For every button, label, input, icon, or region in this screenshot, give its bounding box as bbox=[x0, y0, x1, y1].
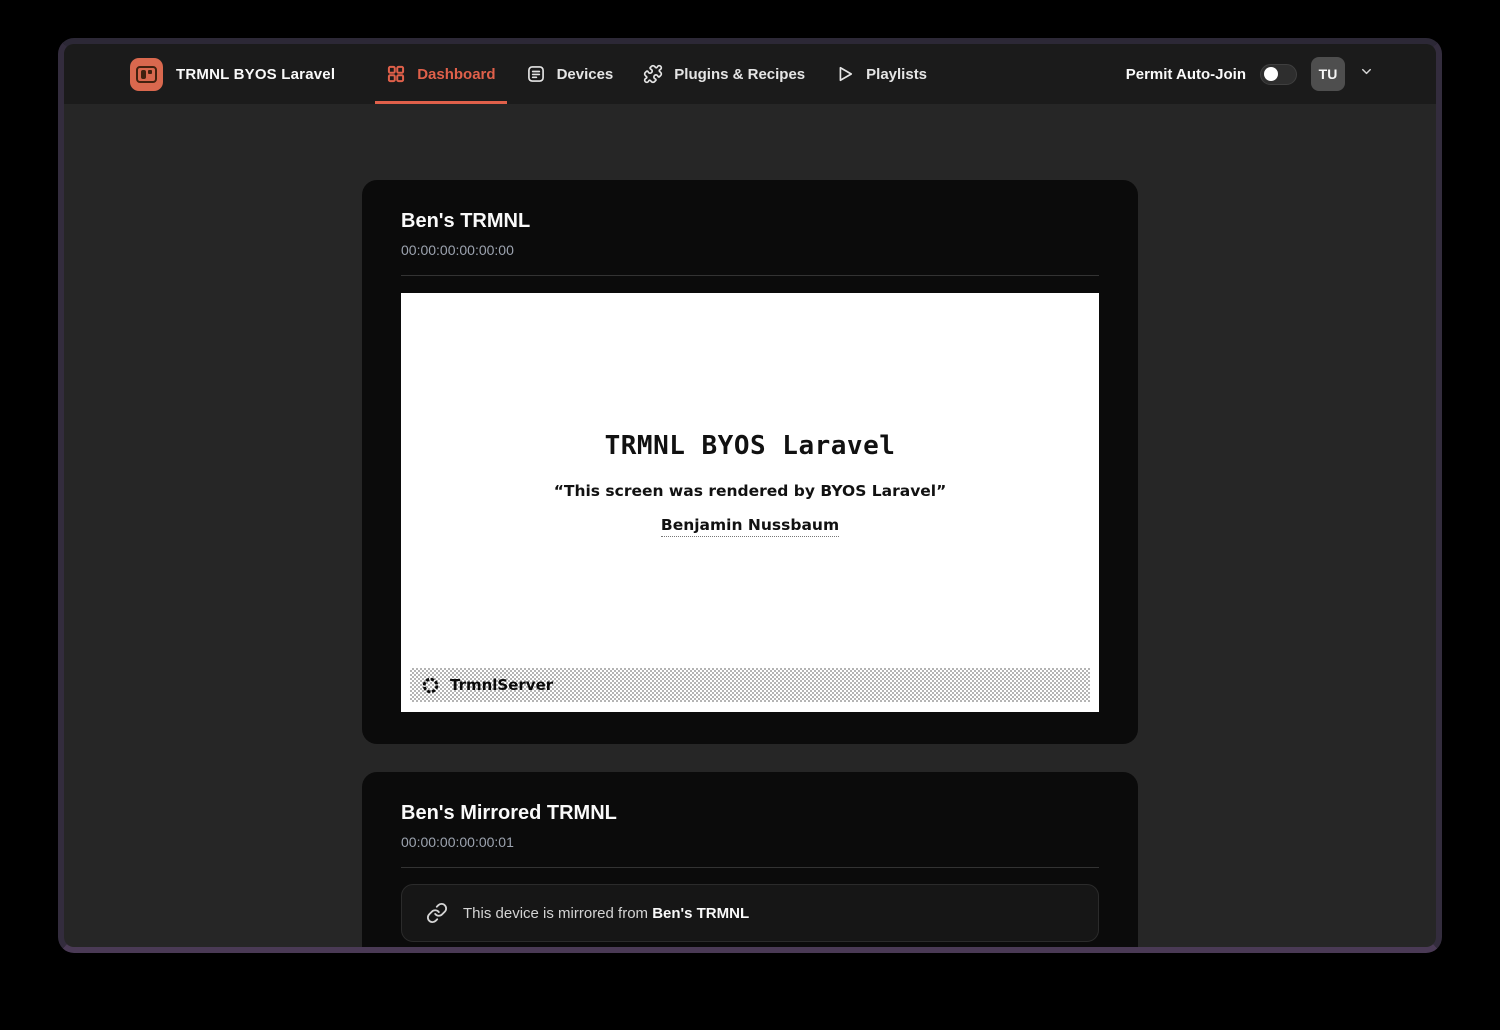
toggle-knob bbox=[1264, 67, 1278, 81]
divider bbox=[401, 867, 1099, 868]
devices-list-icon bbox=[526, 64, 546, 84]
chevron-down-icon bbox=[1359, 64, 1374, 84]
nav-item-devices[interactable]: Devices bbox=[515, 44, 625, 104]
navbar: TRMNL BYOS Laravel Dashboard bbox=[64, 44, 1436, 104]
screen-status-bar: TrmnlServer bbox=[410, 668, 1090, 702]
dashboard-content: Ben's TRMNL 00:00:00:00:00:00 TRMNL BYOS… bbox=[64, 104, 1436, 947]
device-card-bens-trmnl: Ben's TRMNL 00:00:00:00:00:00 TRMNL BYOS… bbox=[362, 180, 1138, 744]
nav-item-plugins-recipes[interactable]: Plugins & Recipes bbox=[632, 44, 816, 104]
nav-label: Dashboard bbox=[417, 66, 495, 83]
puzzle-piece-icon bbox=[643, 64, 663, 84]
device-name: Ben's Mirrored TRMNL bbox=[401, 800, 1099, 826]
app-window: TRMNL BYOS Laravel Dashboard bbox=[58, 38, 1442, 953]
navbar-right: Permit Auto-Join TU bbox=[1126, 57, 1374, 91]
user-avatar[interactable]: TU bbox=[1311, 57, 1345, 91]
nav-label: Playlists bbox=[866, 66, 927, 83]
permit-auto-join-toggle[interactable] bbox=[1260, 64, 1297, 85]
spinner-icon bbox=[421, 676, 440, 695]
brand-title: TRMNL BYOS Laravel bbox=[176, 66, 335, 83]
device-card-bens-mirrored-trmnl: Ben's Mirrored TRMNL 00:00:00:00:00:01 T… bbox=[362, 772, 1138, 947]
mirror-notice: This device is mirrored from Ben's TRMNL bbox=[401, 884, 1099, 942]
device-name: Ben's TRMNL bbox=[401, 208, 1099, 234]
nav-item-dashboard[interactable]: Dashboard bbox=[375, 44, 506, 104]
screen-title: TRMNL BYOS Laravel bbox=[401, 293, 1099, 461]
nav-label: Plugins & Recipes bbox=[674, 66, 805, 83]
device-screen-preview: TRMNL BYOS Laravel “This screen was rend… bbox=[401, 293, 1099, 712]
main-nav: Dashboard Devices bbox=[375, 44, 938, 104]
link-icon bbox=[426, 902, 448, 924]
device-mac-address: 00:00:00:00:00:00 bbox=[401, 241, 1099, 259]
mirror-notice-text: This device is mirrored from Ben's TRMNL bbox=[463, 905, 749, 922]
screen-author: Benjamin Nussbaum bbox=[401, 516, 1099, 534]
play-icon bbox=[835, 64, 855, 84]
dashboard-grid-icon bbox=[386, 64, 406, 84]
screen-quote: “This screen was rendered by BYOS Larave… bbox=[401, 482, 1099, 500]
user-menu-button[interactable] bbox=[1359, 64, 1374, 84]
divider bbox=[401, 275, 1099, 276]
permit-auto-join-label: Permit Auto-Join bbox=[1126, 66, 1246, 83]
mirror-source-name: Ben's TRMNL bbox=[652, 905, 749, 922]
trmnl-logo-icon bbox=[130, 58, 163, 91]
device-mac-address: 00:00:00:00:00:01 bbox=[401, 833, 1099, 851]
nav-item-playlists[interactable]: Playlists bbox=[824, 44, 938, 104]
nav-label: Devices bbox=[557, 66, 614, 83]
brand: TRMNL BYOS Laravel bbox=[130, 58, 335, 91]
status-bar-label: TrmnlServer bbox=[450, 676, 553, 694]
